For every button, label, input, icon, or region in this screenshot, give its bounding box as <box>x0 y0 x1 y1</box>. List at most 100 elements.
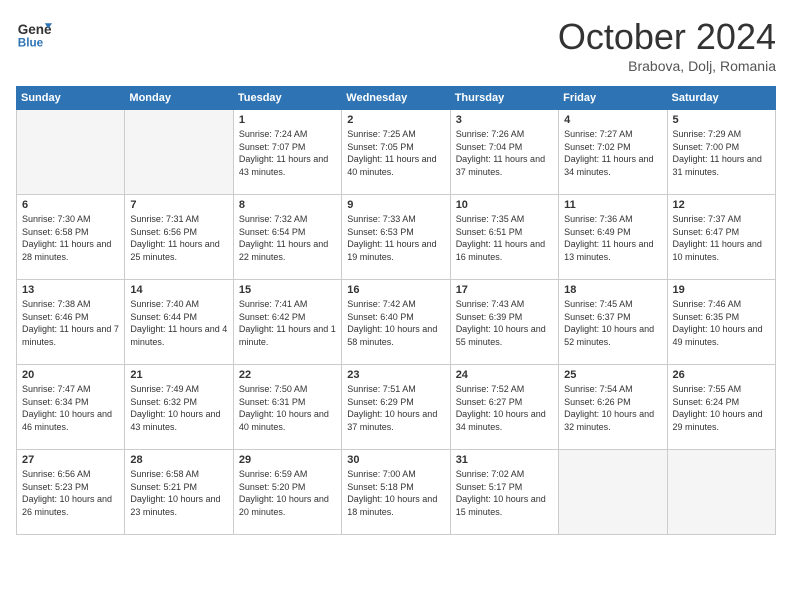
day-number: 4 <box>564 114 661 126</box>
day-number: 13 <box>22 284 119 296</box>
day-number: 16 <box>347 284 444 296</box>
day-info: Sunrise: 7:43 AM Sunset: 6:39 PM Dayligh… <box>456 298 553 348</box>
day-number: 10 <box>456 199 553 211</box>
day-info: Sunrise: 7:50 AM Sunset: 6:31 PM Dayligh… <box>239 383 336 433</box>
day-info: Sunrise: 6:56 AM Sunset: 5:23 PM Dayligh… <box>22 468 119 518</box>
day-info: Sunrise: 7:25 AM Sunset: 7:05 PM Dayligh… <box>347 128 444 178</box>
calendar-cell: 10 Sunrise: 7:35 AM Sunset: 6:51 PM Dayli… <box>450 195 558 280</box>
day-number: 11 <box>564 199 661 211</box>
calendar-cell: 19 Sunrise: 7:46 AM Sunset: 6:35 PM Dayli… <box>667 280 775 365</box>
calendar-cell: 21 Sunrise: 7:49 AM Sunset: 6:32 PM Dayli… <box>125 365 233 450</box>
calendar-cell: 13Sunrise: 7:38 AM Sunset: 6:46 PM Dayli… <box>17 280 125 365</box>
day-number: 19 <box>673 284 770 296</box>
calendar-cell <box>125 110 233 195</box>
day-number: 30 <box>347 454 444 466</box>
day-number: 12 <box>673 199 770 211</box>
day-number: 6 <box>22 199 119 211</box>
day-info: Sunrise: 7:33 AM Sunset: 6:53 PM Dayligh… <box>347 213 444 263</box>
page-header: General Blue October 2024 Brabova, Dolj,… <box>16 16 776 74</box>
calendar-cell: 4Sunrise: 7:27 AM Sunset: 7:02 PM Daylig… <box>559 110 667 195</box>
day-number: 3 <box>456 114 553 126</box>
calendar-cell <box>17 110 125 195</box>
day-info: Sunrise: 7:47 AM Sunset: 6:34 PM Dayligh… <box>22 383 119 433</box>
weekday-header-wednesday: Wednesday <box>342 87 450 110</box>
day-info: Sunrise: 7:00 AM Sunset: 5:18 PM Dayligh… <box>347 468 444 518</box>
day-info: Sunrise: 7:45 AM Sunset: 6:37 PM Dayligh… <box>564 298 661 348</box>
calendar-cell: 23 Sunrise: 7:51 AM Sunset: 6:29 PM Dayli… <box>342 365 450 450</box>
day-number: 27 <box>22 454 119 466</box>
calendar-cell: 6 Sunrise: 7:30 AM Sunset: 6:58 PM Daylig… <box>17 195 125 280</box>
calendar-cell <box>559 450 667 535</box>
day-number: 23 <box>347 369 444 381</box>
day-info: Sunrise: 7:40 AM Sunset: 6:44 PM Dayligh… <box>130 298 227 348</box>
day-number: 29 <box>239 454 336 466</box>
calendar-table: SundayMondayTuesdayWednesdayThursdayFrid… <box>16 86 776 535</box>
calendar-cell: 20 Sunrise: 7:47 AM Sunset: 6:34 PM Dayli… <box>17 365 125 450</box>
calendar-cell: 18 Sunrise: 7:45 AM Sunset: 6:37 PM Dayli… <box>559 280 667 365</box>
logo-icon: General Blue <box>16 16 52 52</box>
weekday-header-monday: Monday <box>125 87 233 110</box>
week-row-5: 27 Sunrise: 6:56 AM Sunset: 5:23 PM Dayli… <box>17 450 776 535</box>
location-subtitle: Brabova, Dolj, Romania <box>558 58 776 74</box>
day-info: Sunrise: 7:29 AM Sunset: 7:00 PM Dayligh… <box>673 128 770 178</box>
calendar-cell: 1Sunrise: 7:24 AM Sunset: 7:07 PM Daylig… <box>233 110 341 195</box>
day-number: 14 <box>130 284 227 296</box>
day-number: 24 <box>456 369 553 381</box>
day-info: Sunrise: 7:35 AM Sunset: 6:51 PM Dayligh… <box>456 213 553 263</box>
day-number: 18 <box>564 284 661 296</box>
logo: General Blue <box>16 16 52 52</box>
calendar-cell: 3 Sunrise: 7:26 AM Sunset: 7:04 PM Daylig… <box>450 110 558 195</box>
day-number: 20 <box>22 369 119 381</box>
day-info: Sunrise: 7:26 AM Sunset: 7:04 PM Dayligh… <box>456 128 553 178</box>
day-number: 31 <box>456 454 553 466</box>
day-info: Sunrise: 7:41 AM Sunset: 6:42 PM Dayligh… <box>239 298 336 348</box>
day-number: 7 <box>130 199 227 211</box>
day-number: 28 <box>130 454 227 466</box>
day-info: Sunrise: 7:52 AM Sunset: 6:27 PM Dayligh… <box>456 383 553 433</box>
day-info: Sunrise: 7:55 AM Sunset: 6:24 PM Dayligh… <box>673 383 770 433</box>
day-info: Sunrise: 7:46 AM Sunset: 6:35 PM Dayligh… <box>673 298 770 348</box>
day-info: Sunrise: 7:36 AM Sunset: 6:49 PM Dayligh… <box>564 213 661 263</box>
day-number: 8 <box>239 199 336 211</box>
day-info: Sunrise: 7:31 AM Sunset: 6:56 PM Dayligh… <box>130 213 227 263</box>
calendar-cell: 15Sunrise: 7:41 AM Sunset: 6:42 PM Dayli… <box>233 280 341 365</box>
day-info: Sunrise: 7:54 AM Sunset: 6:26 PM Dayligh… <box>564 383 661 433</box>
calendar-cell <box>667 450 775 535</box>
calendar-cell: 31Sunrise: 7:02 AM Sunset: 5:17 PM Dayli… <box>450 450 558 535</box>
week-row-3: 13Sunrise: 7:38 AM Sunset: 6:46 PM Dayli… <box>17 280 776 365</box>
calendar-cell: 26Sunrise: 7:55 AM Sunset: 6:24 PM Dayli… <box>667 365 775 450</box>
day-info: Sunrise: 6:58 AM Sunset: 5:21 PM Dayligh… <box>130 468 227 518</box>
day-number: 25 <box>564 369 661 381</box>
calendar-cell: 11 Sunrise: 7:36 AM Sunset: 6:49 PM Dayli… <box>559 195 667 280</box>
weekday-header-tuesday: Tuesday <box>233 87 341 110</box>
calendar-cell: 9 Sunrise: 7:33 AM Sunset: 6:53 PM Daylig… <box>342 195 450 280</box>
calendar-cell: 22 Sunrise: 7:50 AM Sunset: 6:31 PM Dayli… <box>233 365 341 450</box>
calendar-cell: 24 Sunrise: 7:52 AM Sunset: 6:27 PM Dayli… <box>450 365 558 450</box>
day-info: Sunrise: 7:42 AM Sunset: 6:40 PM Dayligh… <box>347 298 444 348</box>
calendar-cell: 8Sunrise: 7:32 AM Sunset: 6:54 PM Daylig… <box>233 195 341 280</box>
day-number: 22 <box>239 369 336 381</box>
weekday-header-friday: Friday <box>559 87 667 110</box>
day-info: Sunrise: 7:30 AM Sunset: 6:58 PM Dayligh… <box>22 213 119 263</box>
month-title: October 2024 <box>558 16 776 58</box>
calendar-cell: 14 Sunrise: 7:40 AM Sunset: 6:44 PM Dayli… <box>125 280 233 365</box>
day-info: Sunrise: 7:49 AM Sunset: 6:32 PM Dayligh… <box>130 383 227 433</box>
week-row-4: 20 Sunrise: 7:47 AM Sunset: 6:34 PM Dayli… <box>17 365 776 450</box>
week-row-1: 1Sunrise: 7:24 AM Sunset: 7:07 PM Daylig… <box>17 110 776 195</box>
calendar-cell: 7 Sunrise: 7:31 AM Sunset: 6:56 PM Daylig… <box>125 195 233 280</box>
calendar-cell: 29Sunrise: 6:59 AM Sunset: 5:20 PM Dayli… <box>233 450 341 535</box>
day-number: 21 <box>130 369 227 381</box>
weekday-header-saturday: Saturday <box>667 87 775 110</box>
title-block: October 2024 Brabova, Dolj, Romania <box>558 16 776 74</box>
calendar-cell: 5Sunrise: 7:29 AM Sunset: 7:00 PM Daylig… <box>667 110 775 195</box>
week-row-2: 6 Sunrise: 7:30 AM Sunset: 6:58 PM Daylig… <box>17 195 776 280</box>
calendar-cell: 25 Sunrise: 7:54 AM Sunset: 6:26 PM Dayli… <box>559 365 667 450</box>
day-info: Sunrise: 7:51 AM Sunset: 6:29 PM Dayligh… <box>347 383 444 433</box>
calendar-cell: 17Sunrise: 7:43 AM Sunset: 6:39 PM Dayli… <box>450 280 558 365</box>
day-info: Sunrise: 7:24 AM Sunset: 7:07 PM Dayligh… <box>239 128 336 178</box>
calendar-cell: 30 Sunrise: 7:00 AM Sunset: 5:18 PM Dayli… <box>342 450 450 535</box>
calendar-cell: 27 Sunrise: 6:56 AM Sunset: 5:23 PM Dayli… <box>17 450 125 535</box>
weekday-header-thursday: Thursday <box>450 87 558 110</box>
day-info: Sunrise: 7:37 AM Sunset: 6:47 PM Dayligh… <box>673 213 770 263</box>
day-number: 9 <box>347 199 444 211</box>
